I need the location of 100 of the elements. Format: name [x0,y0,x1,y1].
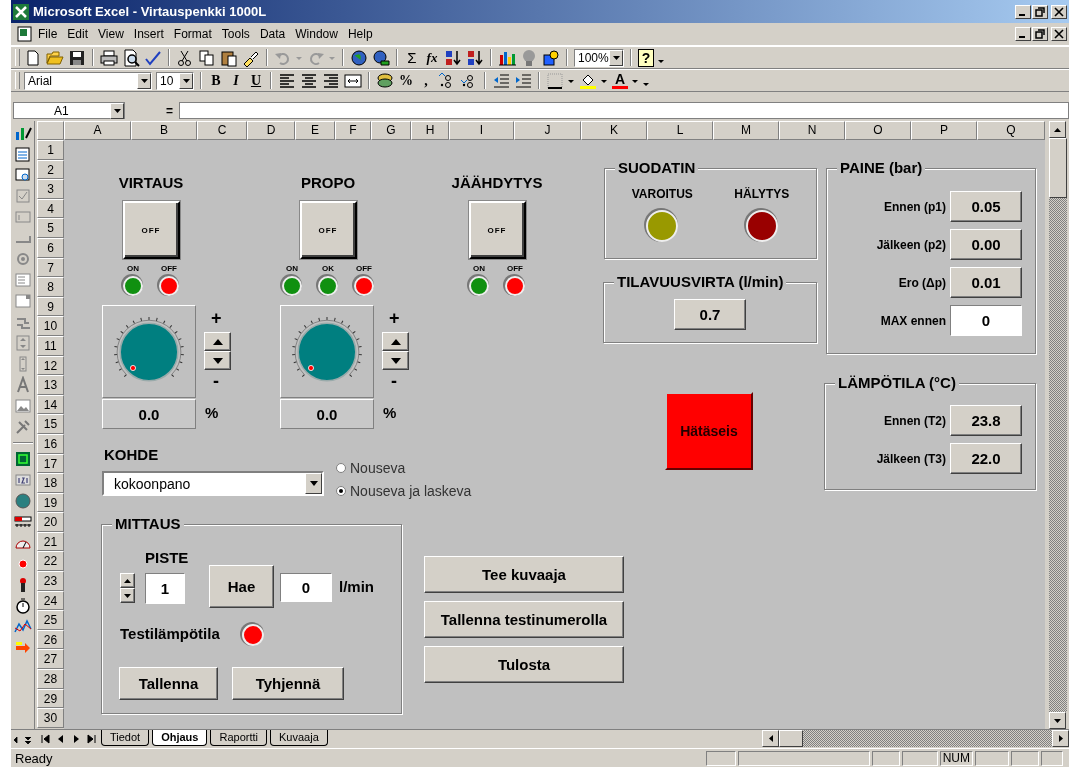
row-header[interactable]: 15 [37,414,64,434]
comma-button[interactable]: , [418,71,434,90]
font-size-dropdown[interactable]: 10 [156,71,194,90]
row-header[interactable]: 30 [37,708,64,728]
minimize-button[interactable] [1015,4,1031,19]
radio-label[interactable]: Nouseva ja laskeva [350,483,472,499]
toggle-switch[interactable]: OFF [122,201,180,259]
copy-icon[interactable] [198,48,216,67]
image-icon[interactable] [13,397,32,415]
column-header[interactable]: J [514,121,581,140]
menu-item[interactable]: File [33,27,63,41]
bold-button[interactable]: B [208,71,224,90]
up-button[interactable] [382,332,409,351]
save-icon[interactable] [68,48,86,67]
down-button[interactable] [120,588,135,603]
column-header[interactable]: H [411,121,449,140]
combo-list-icon[interactable] [13,292,32,310]
column-header[interactable]: K [581,121,647,140]
toggle-switch[interactable]: OFF [299,201,357,259]
sheet-tab[interactable]: Kuvaaja [270,730,328,746]
column-header[interactable]: B [131,121,197,140]
emergency-stop-button[interactable]: Hätäseis [665,392,753,470]
align-center-icon[interactable] [300,71,318,90]
column-header[interactable]: G [371,121,411,140]
indent-icon[interactable] [514,71,532,90]
sheet-tab[interactable]: Ohjaus [152,730,208,746]
fetch-button[interactable]: Hae [209,565,274,608]
up-button[interactable] [120,573,135,588]
sheet-tab[interactable]: Raportti [210,730,267,746]
action-button[interactable]: Tallenna [119,667,218,700]
align-left-icon[interactable] [278,71,296,90]
restore-button[interactable] [1032,27,1048,41]
workbook-icon[interactable] [17,26,33,42]
print-icon[interactable] [100,48,118,67]
formula-input[interactable] [179,102,1069,119]
column-header[interactable]: Q [977,121,1045,140]
menu-item[interactable]: Tools [216,27,255,41]
column-header[interactable]: N [779,121,845,140]
row-header[interactable]: 27 [37,649,64,670]
autosum-button[interactable]: Σ [404,48,420,67]
target-dropdown[interactable]: kokoonpano [102,471,324,496]
name-box[interactable]: A1 [13,102,125,119]
digital-display-icon[interactable] [13,450,32,468]
scroll-thumb[interactable] [779,730,803,747]
row-header[interactable]: 5 [37,218,64,238]
menu-item[interactable]: Data [254,27,291,41]
sheet-tab[interactable]: Tiedot [101,730,150,746]
flow-field[interactable]: 0 [280,573,332,602]
restore-button[interactable] [1032,4,1048,19]
row-header[interactable]: 1 [37,140,64,160]
sort-descending-icon[interactable] [466,48,484,67]
formula-equals-button[interactable]: = [127,103,177,118]
row-header[interactable]: 3 [37,179,64,199]
italic-button[interactable]: I [228,71,244,90]
scroll-right-button[interactable] [1052,730,1069,747]
column-header[interactable]: F [335,121,371,140]
row-header[interactable]: 23 [37,571,64,591]
checkbox-icon[interactable] [13,187,32,205]
percent-button[interactable]: % [398,71,414,90]
cut-icon[interactable] [176,48,194,67]
first-sheet-icon[interactable] [39,732,53,746]
row-header[interactable]: 22 [37,551,64,572]
row-header[interactable]: 10 [37,316,64,336]
up-button[interactable] [204,332,231,351]
underline-button[interactable]: U [248,71,264,90]
action-button[interactable]: Tulosta [424,646,624,683]
point-field[interactable]: 1 [145,573,185,604]
close-button[interactable] [1051,27,1067,41]
column-header[interactable]: A [64,121,131,140]
align-right-icon[interactable] [322,71,340,90]
row-header[interactable]: 20 [37,512,64,532]
font-color-button[interactable]: A [612,72,628,89]
row-header[interactable]: 13 [37,375,64,395]
globe-link-icon[interactable] [372,48,390,67]
function-button[interactable]: fx [424,48,440,67]
menu-item[interactable]: Insert [128,27,169,41]
globe-icon[interactable] [350,48,368,67]
column-header[interactable]: E [295,121,335,140]
action-button[interactable]: Tallenna testinumerolla [424,601,624,638]
column-header[interactable]: L [647,121,713,140]
row-header[interactable]: 25 [37,610,64,630]
outdent-icon[interactable] [492,71,510,90]
action-button[interactable]: Tee kuvaaja [424,556,624,593]
print-preview-icon[interactable] [122,48,140,67]
row-header[interactable]: 18 [37,473,64,493]
new-document-icon[interactable] [24,48,42,67]
column-header[interactable]: P [911,121,977,140]
toggle-switch[interactable]: OFF [468,201,526,259]
borders-icon[interactable] [546,71,564,90]
close-button[interactable] [1051,4,1067,19]
input-field[interactable]: 0 [950,305,1022,336]
menu-item[interactable]: Edit [62,27,94,41]
help-button[interactable]: ? [638,48,654,67]
menu-item[interactable]: View [93,27,129,41]
paste-icon[interactable] [220,48,238,67]
number-field-icon[interactable] [13,471,32,489]
stopwatch-icon[interactable] [13,597,32,615]
scroll-up-button[interactable] [1049,121,1066,138]
row-header[interactable]: 8 [37,277,64,297]
select-all-button[interactable] [37,121,64,140]
